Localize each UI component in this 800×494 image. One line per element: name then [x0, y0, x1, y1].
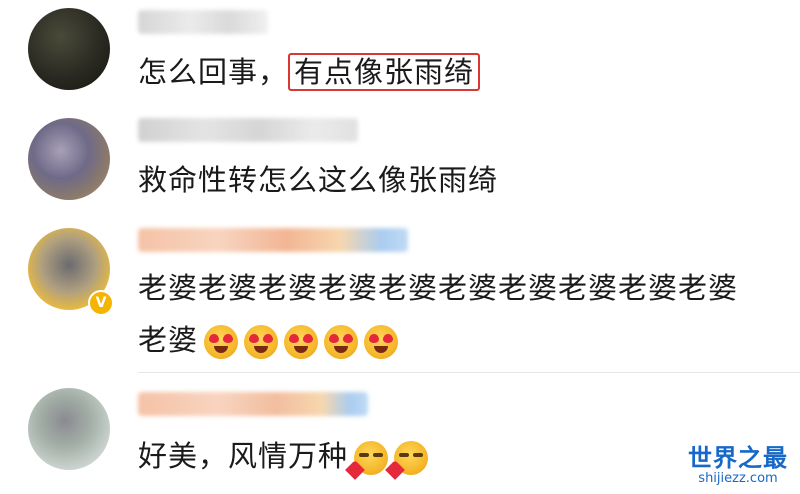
comment-text: 老婆老婆老婆老婆老婆老婆老婆老婆老婆老婆老婆 — [138, 262, 760, 366]
avatar[interactable] — [28, 8, 110, 90]
username-blurred[interactable] — [138, 228, 408, 252]
shy-heart-icon — [385, 441, 429, 480]
heart-eyes-icon — [284, 325, 319, 359]
username-blurred[interactable] — [138, 118, 358, 142]
heart-eyes-icon — [364, 325, 399, 359]
watermark-sub: shijiezz.com — [698, 471, 778, 486]
comment-text: 好美，风情万种 — [138, 430, 760, 482]
shy-heart-icon — [345, 441, 389, 480]
comment-text-part: 好美，风情万种 — [138, 439, 349, 473]
comment-text: 救命性转怎么这么像张雨绮 — [138, 163, 499, 197]
heart-eyes-icon — [324, 325, 359, 359]
heart-eyes-icon — [204, 325, 239, 359]
watermark: 世界之最 shijiezz.com — [688, 438, 788, 486]
username-blurred[interactable] — [138, 10, 268, 34]
verified-badge-icon: V — [88, 290, 114, 316]
comment-text-part: 怎么回事， — [138, 55, 289, 89]
watermark-main: 世界之最 — [688, 444, 788, 472]
highlight-box: 有点像张雨绮 — [288, 53, 481, 91]
avatar[interactable] — [28, 388, 110, 470]
heart-eyes-icon — [244, 325, 279, 359]
avatar[interactable] — [28, 118, 110, 200]
username-blurred[interactable] — [138, 392, 368, 416]
comment-text: 怎么回事， 有点像张雨绮 — [138, 46, 760, 98]
divider — [138, 372, 800, 373]
